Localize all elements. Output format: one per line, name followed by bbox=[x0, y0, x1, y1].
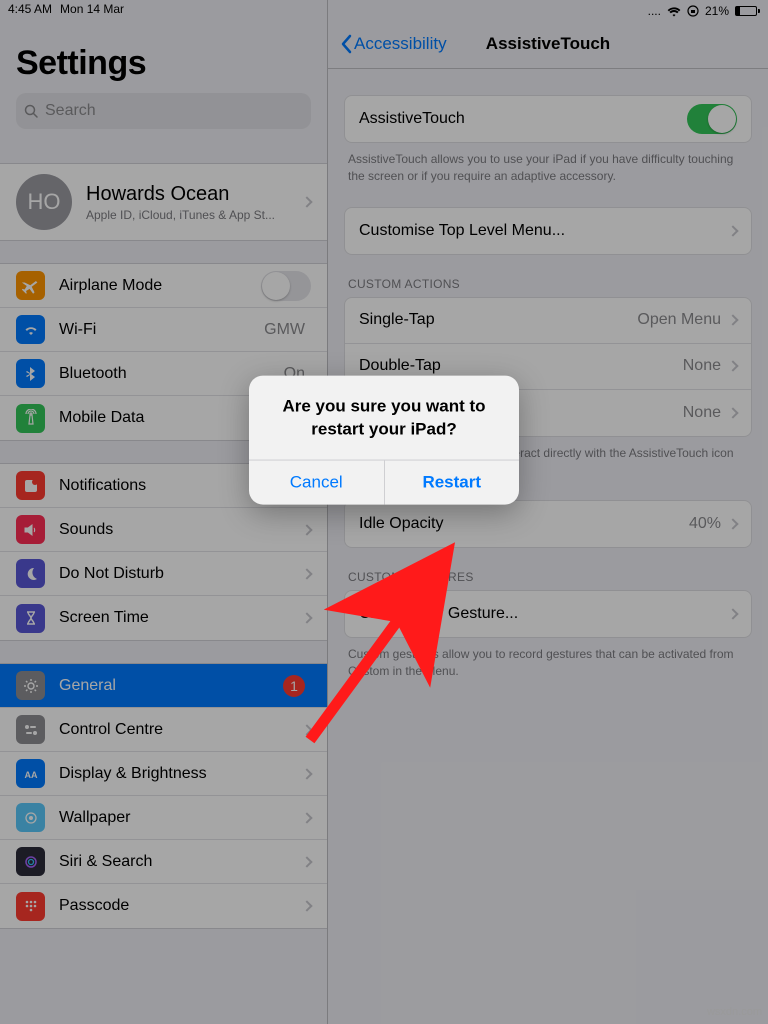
watermark: wsxdn.com bbox=[707, 1006, 762, 1018]
alert-message: Are you sure you want to restart your iP… bbox=[249, 376, 519, 460]
modal-overlay bbox=[0, 0, 768, 1024]
restart-button[interactable]: Restart bbox=[384, 461, 520, 505]
cancel-button[interactable]: Cancel bbox=[249, 461, 384, 505]
restart-alert: Are you sure you want to restart your iP… bbox=[249, 376, 519, 505]
